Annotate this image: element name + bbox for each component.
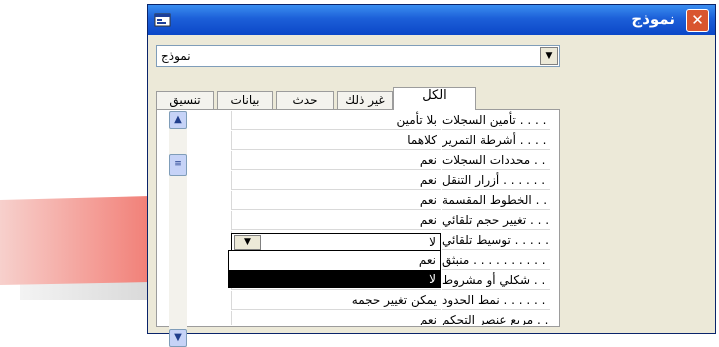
close-icon: ✕ (691, 11, 704, 29)
auto-center-dropdown-list: نعم لا (228, 250, 441, 288)
chevron-down-icon: ▼ (174, 332, 182, 343)
window-title: نموذج (631, 10, 675, 28)
properties-scrollbar[interactable]: ▲ ≡ ▼ (169, 111, 187, 347)
scroll-thumb[interactable]: ≡ (169, 154, 187, 176)
property-label: الخطوط المقسمة . . . . . . . . (442, 191, 550, 210)
property-row[interactable]: نعمالخطوط المقسمة . . . . . . . . (231, 191, 550, 210)
tab-strip: تنسيق بيانات حدث غير ذلك الكل (156, 87, 560, 110)
property-label: تغيير حجم تلقائي . . . . . . . (442, 211, 550, 230)
form-icon[interactable] (154, 11, 172, 27)
scroll-up-button[interactable]: ▲ (169, 111, 187, 129)
tab-data[interactable]: بيانات (217, 91, 273, 109)
close-button[interactable]: ✕ (686, 9, 709, 32)
property-row[interactable]: يمكن تغيير حجمهنمط الحدود . . . . . . . … (231, 291, 550, 310)
dropdown-option-no[interactable]: لا (229, 270, 440, 288)
tab-event[interactable]: حدث (276, 91, 334, 109)
auto-center-dropdown-button[interactable]: ▼ (234, 235, 261, 250)
property-row[interactable]: نعمتغيير حجم تلقائي . . . . . . . (231, 211, 550, 230)
property-label: توسيط تلقائي . . . . . . . . . . (442, 231, 550, 250)
property-value[interactable]: نعم (231, 211, 441, 230)
tab-data-label: بيانات (230, 93, 260, 107)
property-value[interactable]: كلاهما (231, 131, 441, 150)
tab-all[interactable]: الكل (393, 87, 476, 110)
property-value[interactable]: بلا تأمين (231, 111, 441, 130)
property-row[interactable]: نعممحددات السجلات . . . . . . . . (231, 151, 550, 170)
property-label: مربع عنصر التحكم . . . . . . . (442, 311, 550, 325)
title-bar[interactable]: نموذج ✕ (148, 5, 715, 35)
tab-other-label: غير ذلك (345, 93, 385, 107)
property-label: تأمين السجلات . . . . . . . . . . (442, 111, 550, 130)
auto-center-value: لا (429, 235, 436, 249)
tab-format[interactable]: تنسيق (156, 91, 214, 109)
property-value[interactable]: نعم (231, 191, 441, 210)
object-selector[interactable]: نموذج ▼ (156, 45, 560, 67)
property-value[interactable]: نعم (231, 171, 441, 190)
grip-icon: ≡ (174, 159, 182, 169)
tab-other[interactable]: غير ذلك (337, 91, 393, 109)
property-row[interactable]: نعممربع عنصر التحكم . . . . . . . (231, 311, 550, 325)
property-label: شكلي أو مشروط . . . . . . . . . (442, 271, 550, 290)
property-label: أشرطة التمرير . . . . . . . . . (442, 131, 550, 150)
property-row[interactable]: نعمأزرار التنقل . . . . . . . . . . . (231, 171, 550, 190)
scroll-down-button[interactable]: ▼ (169, 329, 187, 347)
chevron-down-icon: ▼ (244, 237, 251, 247)
property-label: أزرار التنقل . . . . . . . . . . . (442, 171, 550, 190)
property-label: نمط الحدود . . . . . . . . . . . . (442, 291, 550, 310)
object-selector-button[interactable]: ▼ (540, 47, 558, 65)
tab-all-label: الكل (422, 88, 447, 103)
property-label: منبثق . . . . . . . . . . . . . . . . (442, 251, 550, 270)
dropdown-option-yes[interactable]: نعم (229, 251, 440, 269)
property-row[interactable]: كلاهماأشرطة التمرير . . . . . . . . . (231, 131, 550, 150)
chevron-up-icon: ▲ (174, 114, 182, 125)
chevron-down-icon: ▼ (545, 51, 553, 61)
property-value[interactable]: يمكن تغيير حجمه (231, 291, 441, 310)
tab-format-label: تنسيق (169, 93, 201, 107)
object-selector-value: نموذج (161, 49, 191, 63)
property-row[interactable]: بلا تأمينتأمين السجلات . . . . . . . . .… (231, 111, 550, 130)
property-value[interactable]: نعم (231, 311, 441, 325)
tab-event-label: حدث (292, 93, 318, 107)
property-value[interactable]: نعم (231, 151, 441, 170)
property-label: محددات السجلات . . . . . . . . (442, 151, 550, 170)
